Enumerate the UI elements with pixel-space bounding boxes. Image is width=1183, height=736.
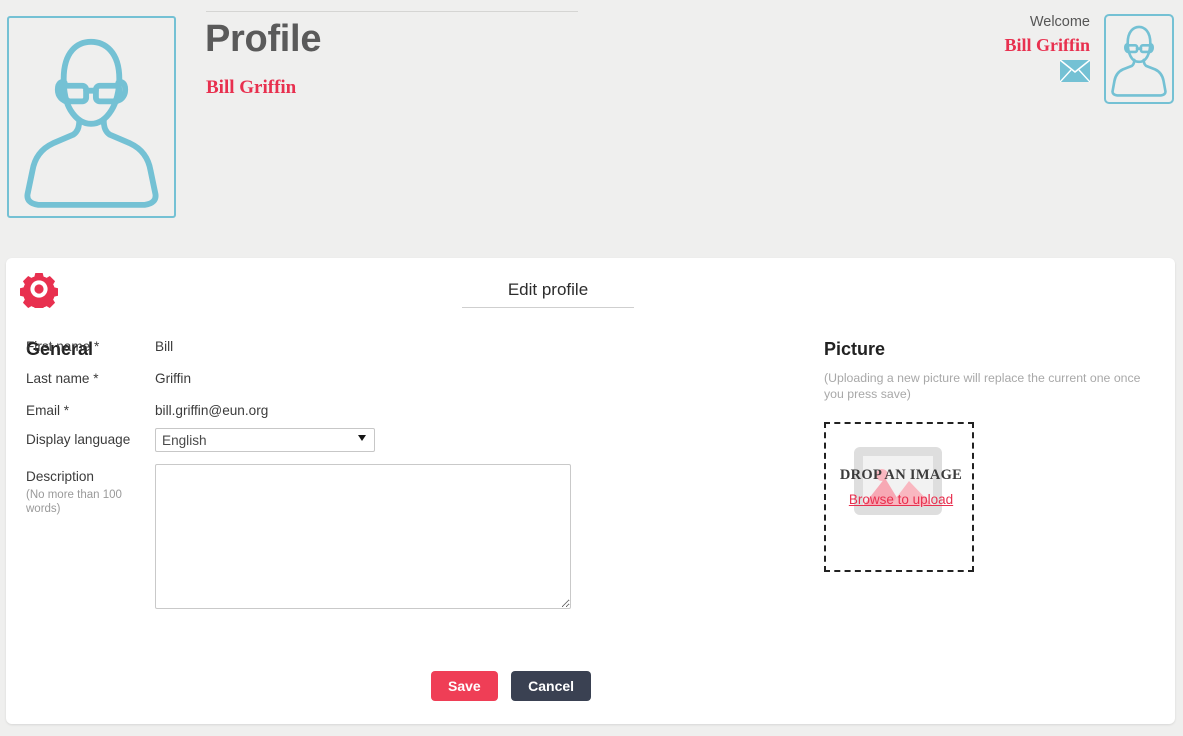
display-language-select[interactable]: English [155,428,375,452]
header-user-name: Bill Griffin [206,77,297,98]
welcome-user-name[interactable]: Bill Griffin [970,33,1091,57]
description-textarea[interactable] [155,464,571,609]
profile-avatar-large [7,16,176,218]
picture-section: Picture (Uploading a new picture will re… [824,338,1164,572]
user-avatar-glasses-icon [1106,16,1172,102]
page-header: Profile Bill Griffin Welcome Bill Griffi… [0,0,1183,250]
user-avatar-glasses-icon [9,18,174,216]
description-label: Description (No more than 100 words) [26,468,156,516]
gear-icon[interactable] [20,270,58,308]
picture-note: (Uploading a new picture will replace th… [824,371,1141,401]
first-name-label: First name * [26,339,100,354]
tab-underline [462,307,634,308]
page-title: Profile [205,18,322,60]
form-actions: Save Cancel [431,671,592,701]
email-label: Email * [26,403,70,418]
first-name-value[interactable]: Bill [155,338,173,356]
email-value[interactable]: bill.griffin@eun.org [155,402,268,420]
tab-edit-profile-label: Edit profile [507,280,589,299]
title-divider [206,11,578,12]
last-name-value[interactable]: Griffin [155,370,191,388]
description-hint: (No more than 100 words) [26,489,122,515]
tab-edit-profile[interactable]: Edit profile [462,278,634,308]
profile-avatar-small[interactable] [1104,14,1174,104]
image-dropzone[interactable]: DROP AN IMAGE Browse to upload [824,422,974,572]
dropzone-text: DROP AN IMAGE [839,467,963,483]
welcome-block: Welcome Bill Griffin [970,12,1091,57]
edit-profile-card: Edit profile General First name * Bill L… [6,258,1175,724]
save-button[interactable]: Save [431,671,498,701]
envelope-icon[interactable] [1060,60,1090,82]
last-name-label: Last name * [26,371,99,386]
cancel-button[interactable]: Cancel [511,671,592,701]
general-section: General First name * Bill Last name * Gr… [26,338,606,609]
browse-to-upload-link[interactable]: Browse to upload [826,492,976,507]
welcome-label: Welcome [1029,14,1090,30]
picture-heading: Picture [824,339,886,359]
description-label-text: Description [26,469,94,484]
